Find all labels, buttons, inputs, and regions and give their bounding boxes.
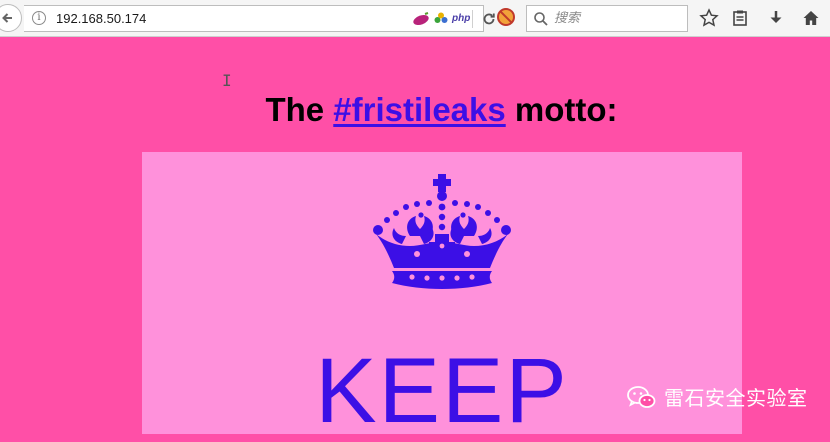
downloads-button[interactable]: [764, 6, 788, 30]
bookmark-button[interactable]: [697, 6, 721, 30]
search-box[interactable]: 搜索: [526, 5, 688, 32]
php-extension-icon[interactable]: php: [452, 12, 470, 26]
site-info-icon[interactable]: i: [32, 11, 46, 25]
browser-toolbar: i 192.168.50.174 php 搜索: [0, 0, 830, 37]
heading-suffix: motto:: [514, 91, 618, 128]
flower-extension-icon[interactable]: [434, 12, 448, 26]
clipboard-icon: [733, 10, 747, 26]
home-button[interactable]: [799, 6, 823, 30]
url-text[interactable]: 192.168.50.174: [56, 11, 146, 27]
home-icon: [803, 11, 819, 25]
wechat-icon: [627, 386, 656, 408]
back-button[interactable]: [0, 4, 22, 32]
extension-icons: php: [412, 11, 470, 27]
blocker-extension-icon[interactable]: [496, 7, 516, 27]
page-heading: The #fristileaks motto:: [0, 88, 830, 132]
heading-prefix: The: [265, 91, 325, 128]
download-arrow-icon: [770, 11, 782, 23]
back-arrow-icon: [2, 13, 12, 23]
fristileaks-link[interactable]: #fristileaks: [333, 91, 505, 128]
eggplant-extension-icon[interactable]: [412, 12, 430, 26]
star-icon: [699, 8, 719, 27]
address-bar[interactable]: i 192.168.50.174 php: [24, 5, 495, 32]
reading-list-button[interactable]: [728, 6, 752, 30]
watermark-text: 雷石安全实验室: [664, 386, 808, 410]
search-icon: [534, 12, 548, 26]
search-input[interactable]: 搜索: [554, 11, 580, 27]
watermark: 雷石安全实验室: [626, 383, 808, 413]
crown-icon: [373, 174, 511, 289]
url-separator: [472, 10, 473, 28]
